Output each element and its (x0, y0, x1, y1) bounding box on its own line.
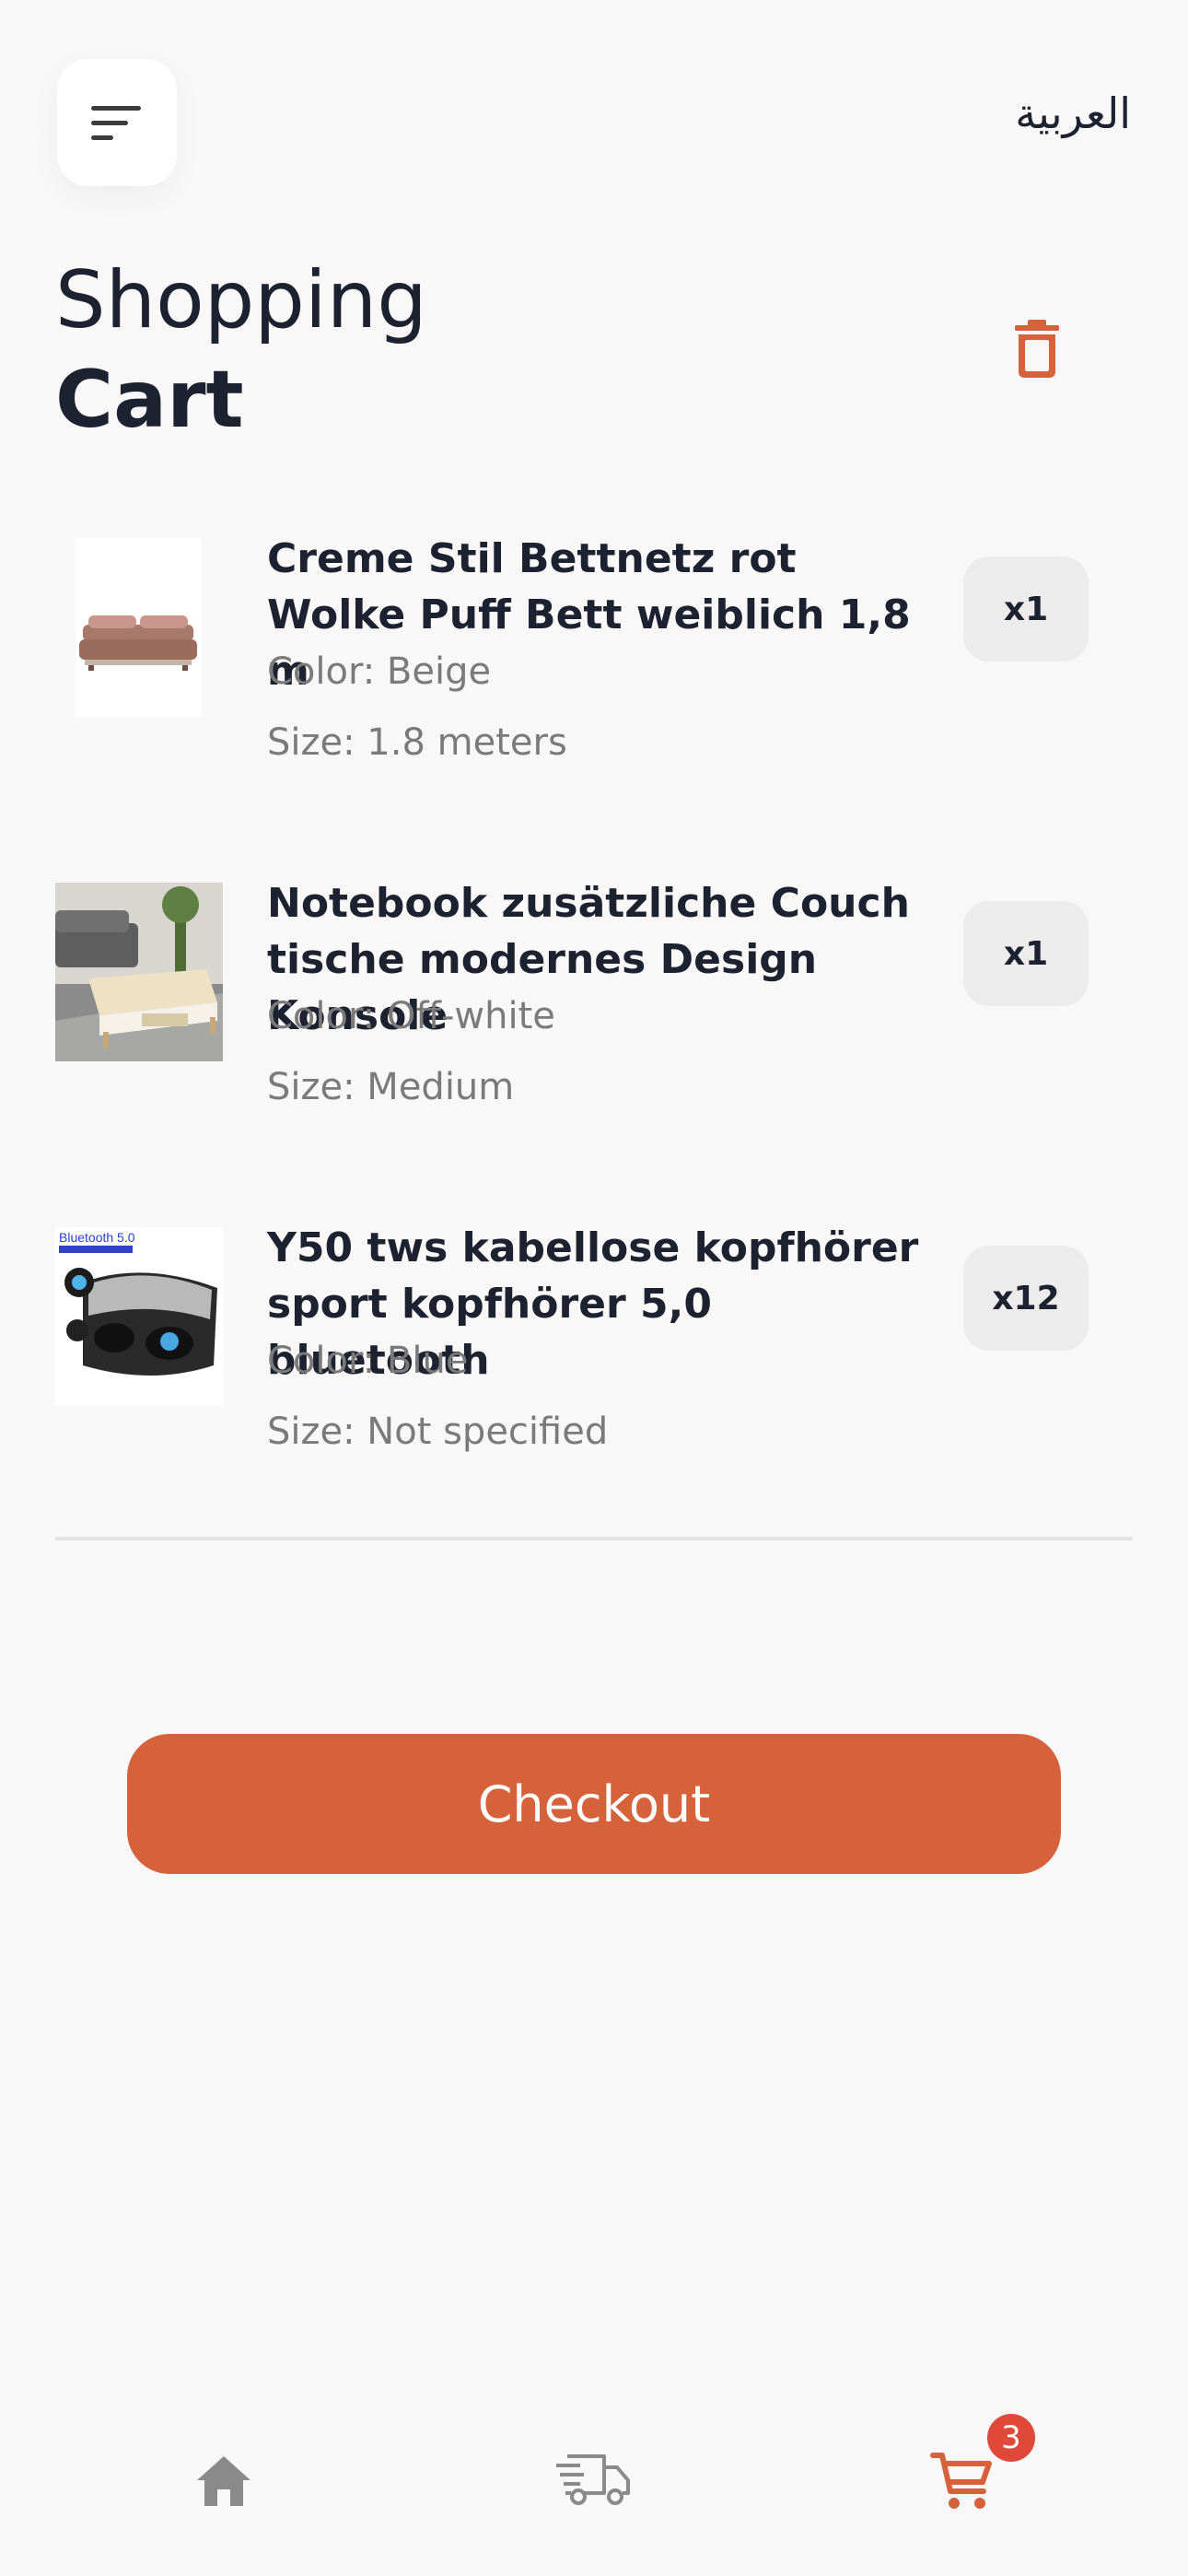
item-color: Color: Blue (267, 1340, 469, 1382)
item-color: Color: Beige (267, 650, 492, 693)
delivery-truck-icon[interactable] (554, 2451, 634, 2510)
image-caption: Bluetooth 5.0 (59, 1230, 135, 1245)
home-icon[interactable] (195, 2453, 252, 2508)
divider (55, 1537, 1133, 1540)
bed-image (76, 538, 201, 717)
quantity-badge[interactable]: x1 (963, 556, 1089, 662)
quantity-badge[interactable]: x12 (963, 1246, 1089, 1351)
menu-icon (91, 106, 141, 140)
cart-item[interactable]: Creme Stil Bettnetz rot Wolke Puff Bett … (0, 535, 1188, 814)
item-color: Color: Off-white (267, 995, 555, 1037)
title-line-1: Shopping (55, 254, 427, 346)
title-line-2: Cart (55, 354, 244, 446)
trash-icon[interactable] (1011, 319, 1063, 380)
quantity-badge[interactable]: x1 (963, 901, 1089, 1006)
cart-item[interactable]: Notebook zusätzliche Couch tische modern… (0, 880, 1188, 1159)
item-size: Size: 1.8 meters (267, 721, 567, 764)
checkout-button[interactable]: Checkout (127, 1734, 1061, 1874)
page-title: Shopping Cart (55, 251, 427, 450)
item-size: Size: Medium (267, 1066, 515, 1108)
cart-count-badge: 3 (987, 2414, 1035, 2462)
coffee-table-image (55, 883, 223, 1061)
shopping-cart-screen: العربية Shopping Cart Creme Stil Bettnet… (0, 0, 1188, 2576)
cart-icon[interactable] (930, 2451, 995, 2512)
menu-button[interactable] (57, 59, 177, 186)
item-size: Size: Not specified (267, 1411, 609, 1453)
cart-item[interactable]: Bluetooth 5.0 Y50 tws kabellose kopfhöre… (0, 1224, 1188, 1504)
language-switch[interactable]: العربية (1015, 88, 1131, 138)
earbuds-image: Bluetooth 5.0 (55, 1227, 223, 1406)
